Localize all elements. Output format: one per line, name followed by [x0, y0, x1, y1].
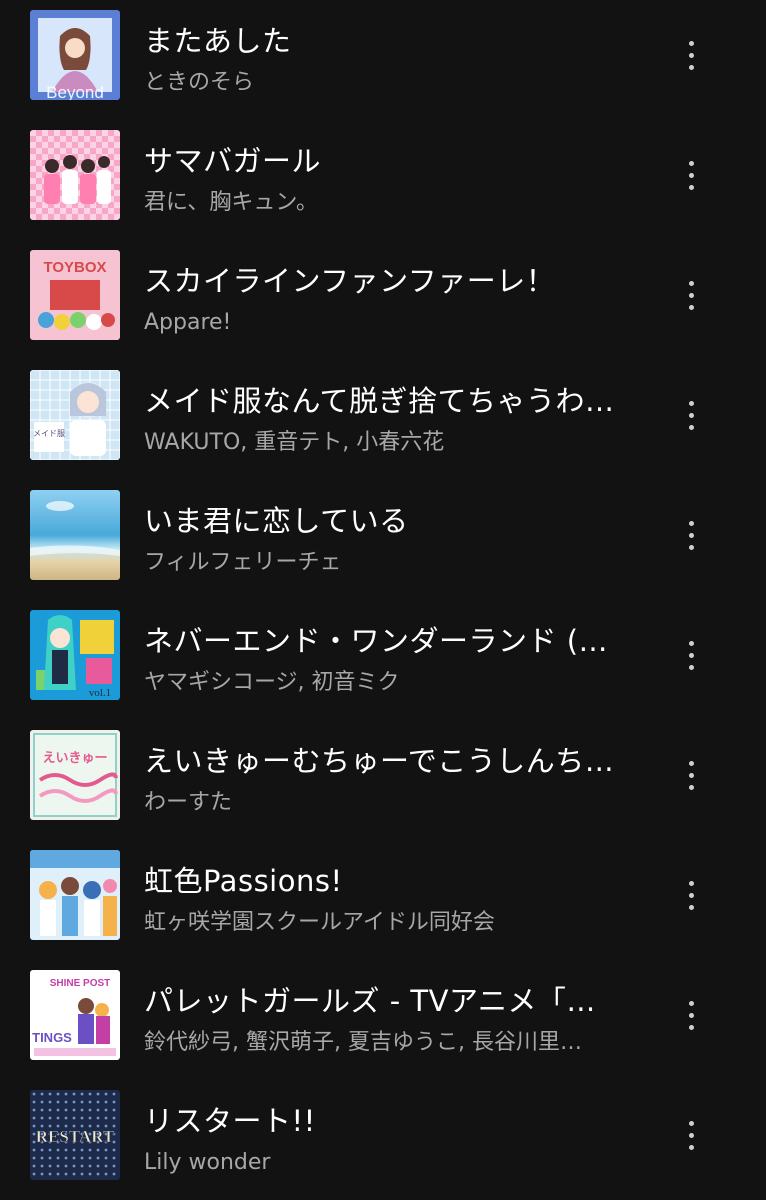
track-title: ネバーエンド・ワンダーランド (fe…: [144, 624, 616, 658]
track-artist: わーすた: [144, 790, 233, 815]
album-art-thumbnail: [30, 850, 120, 940]
more-options-button[interactable]: [674, 150, 708, 200]
more-vertical-icon: [688, 1120, 694, 1126]
cover-lettering: TOYBOX: [43, 259, 106, 276]
album-art-thumbnail: TOYBOX: [30, 250, 120, 340]
more-options-button[interactable]: [674, 270, 708, 320]
more-vertical-icon: [688, 160, 694, 166]
album-art-thumbnail: SHINE POST TINGS: [30, 970, 120, 1060]
album-art-thumbnail: [30, 130, 120, 220]
more-options-button[interactable]: [674, 990, 708, 1040]
track-artist: Appare!: [144, 310, 232, 335]
track-artist: WAKUTO, 重音テト, 小春六花: [144, 430, 445, 455]
track-title: サマバガール: [144, 144, 322, 178]
more-vertical-icon: [688, 1000, 694, 1006]
cover-lettering: えいきゅー: [42, 751, 107, 766]
more-vertical-icon: [688, 280, 694, 286]
track-row[interactable]: いま君に恋している フィルフェリーチェ: [0, 480, 766, 600]
more-options-button[interactable]: [674, 750, 708, 800]
track-row[interactable]: サマバガール 君に、胸キュン。: [0, 120, 766, 240]
track-title: リスタート!!: [144, 1104, 316, 1138]
track-info: 虹色Passions! 虹ヶ咲学園スクールアイドル同好会: [144, 862, 616, 938]
track-row[interactable]: RESTART リスタート!! Lily wonder: [0, 1080, 766, 1200]
track-info: ネバーエンド・ワンダーランド (fe… ヤマギシコージ, 初音ミク: [144, 622, 616, 698]
track-info: いま君に恋している フィルフェリーチェ: [144, 502, 616, 578]
track-info: スカイラインファンファーレ！ Appare!: [144, 262, 616, 338]
track-row[interactable]: えいきゅー えいきゅーむちゅーでこうしんち… わーすた: [0, 720, 766, 840]
track-title: 虹色Passions!: [144, 864, 343, 898]
cover-lettering: TINGS: [32, 1030, 72, 1045]
track-info: メイド服なんて脱ぎ捨てちゃうわ… WAKUTO, 重音テト, 小春六花: [144, 382, 616, 458]
more-options-button[interactable]: [674, 630, 708, 680]
cover-lettering: Beyond: [46, 83, 104, 100]
album-art-thumbnail: RESTART: [30, 1090, 120, 1180]
more-options-button[interactable]: [674, 1110, 708, 1160]
more-options-button[interactable]: [674, 30, 708, 80]
track-title: いま君に恋している: [144, 504, 409, 538]
more-vertical-icon: [688, 40, 694, 46]
track-row[interactable]: SHINE POST TINGS パレットガールズ - TVアニメ「シ… 鈴代紗…: [0, 960, 766, 1080]
track-info: リスタート!! Lily wonder: [144, 1102, 616, 1178]
more-options-button[interactable]: [674, 510, 708, 560]
track-artist: 鈴代紗弓, 蟹沢萌子, 夏吉ゆうこ, 長谷川里…: [144, 1030, 582, 1055]
album-art-thumbnail: [30, 490, 120, 580]
album-art-thumbnail: vol.1: [30, 610, 120, 700]
more-vertical-icon: [688, 760, 694, 766]
track-row[interactable]: TOYBOX スカイラインファンファーレ！ Appare!: [0, 240, 766, 360]
track-title: えいきゅーむちゅーでこうしんち…: [144, 744, 615, 778]
track-artist: ヤマギシコージ, 初音ミク: [144, 670, 400, 695]
track-row[interactable]: メイド服 メイド服なんて脱ぎ捨てちゃうわ… WAKUTO, 重音テト, 小春六花: [0, 360, 766, 480]
more-options-button[interactable]: [674, 870, 708, 920]
track-artist: ときのそら: [144, 70, 255, 95]
album-art-thumbnail: Beyond: [30, 10, 120, 100]
track-info: えいきゅーむちゅーでこうしんち… わーすた: [144, 742, 616, 818]
track-info: パレットガールズ - TVアニメ「シ… 鈴代紗弓, 蟹沢萌子, 夏吉ゆうこ, 長…: [144, 982, 616, 1058]
album-art-thumbnail: えいきゅー: [30, 730, 120, 820]
track-title: またあした: [144, 24, 292, 58]
cover-lettering: RESTART: [36, 1127, 115, 1146]
cover-lettering: SHINE POST: [50, 978, 111, 989]
track-row[interactable]: vol.1 ネバーエンド・ワンダーランド (fe… ヤマギシコージ, 初音ミク: [0, 600, 766, 720]
track-artist: フィルフェリーチェ: [144, 550, 342, 575]
track-artist: 君に、胸キュン。: [144, 190, 319, 215]
album-art-thumbnail: メイド服: [30, 370, 120, 460]
track-artist: Lily wonder: [144, 1150, 271, 1175]
more-vertical-icon: [688, 520, 694, 526]
track-list: Beyond またあした ときのそら サマバガール 君に、胸キュン。 TOYBO…: [0, 0, 766, 1200]
track-row[interactable]: 虹色Passions! 虹ヶ咲学園スクールアイドル同好会: [0, 840, 766, 960]
track-info: サマバガール 君に、胸キュン。: [144, 142, 616, 218]
track-row[interactable]: Beyond またあした ときのそら: [0, 0, 766, 120]
more-vertical-icon: [688, 640, 694, 646]
track-title: パレットガールズ - TVアニメ「シ…: [144, 984, 616, 1018]
more-vertical-icon: [688, 400, 694, 406]
cover-lettering: vol.1: [89, 687, 111, 699]
cover-lettering: メイド服: [33, 429, 65, 438]
track-artist: 虹ヶ咲学園スクールアイドル同好会: [144, 910, 495, 935]
track-info: またあした ときのそら: [144, 22, 616, 98]
track-title: メイド服なんて脱ぎ捨てちゃうわ…: [144, 384, 615, 418]
more-options-button[interactable]: [674, 390, 708, 440]
more-vertical-icon: [688, 880, 694, 886]
track-title: スカイラインファンファーレ！: [144, 264, 556, 298]
